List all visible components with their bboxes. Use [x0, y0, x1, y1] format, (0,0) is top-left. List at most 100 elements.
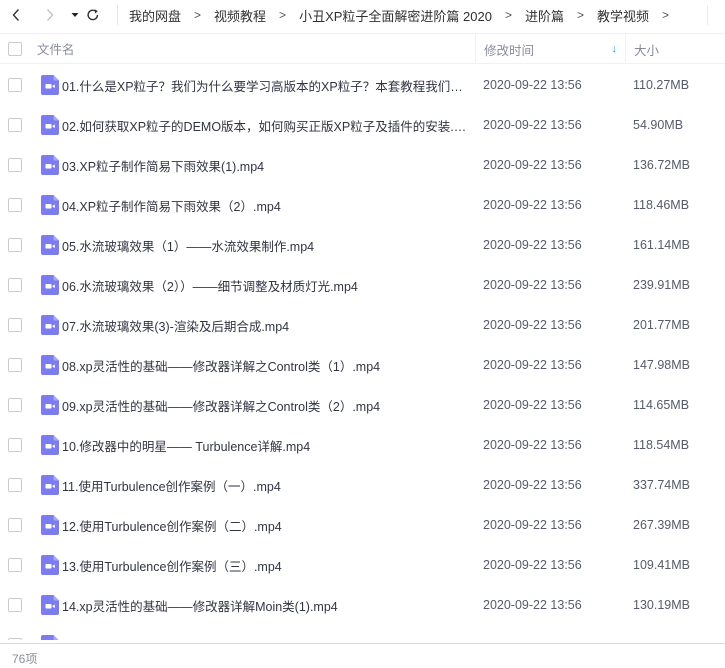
file-size: 267.39MB	[633, 518, 690, 532]
chevron-right-icon	[46, 9, 54, 21]
row-checkbox[interactable]	[8, 318, 22, 332]
file-name[interactable]: 05.水流玻璃效果（1）——水流效果制作.mp4	[62, 236, 314, 255]
file-row[interactable]: 04.XP粒子制作简易下雨效果（2）.mp4 2020-09-22 13:56 11…	[0, 185, 725, 225]
breadcrumb-item-advanced[interactable]: 进阶篇	[525, 6, 564, 25]
status-bar: 76项	[0, 643, 725, 668]
breadcrumb-separator[interactable]: >	[662, 8, 669, 22]
file-row[interactable]: 13.使用Turbulence创作案例（三）.mp4 2020-09-22 13:…	[0, 545, 725, 585]
column-header-modified[interactable]: 修改时间 ↓	[475, 34, 625, 64]
row-checkbox[interactable]	[8, 438, 22, 452]
file-size: 201.77MB	[633, 318, 690, 332]
file-row[interactable]: 15.xp灵活性的基础——修改器详解Moin类(2).mp4 2020-09-22…	[0, 625, 725, 640]
history-dropdown-button[interactable]	[69, 3, 81, 27]
row-checkbox[interactable]	[8, 118, 22, 132]
video-file-icon	[41, 395, 59, 415]
file-name[interactable]: 09.xp灵活性的基础——修改器详解之Control类（2）.mp4	[62, 396, 380, 415]
video-file-icon	[41, 195, 59, 215]
file-size: 161.14MB	[633, 238, 690, 252]
navigation-bar: 我的网盘 > 视频教程 > 小丑XP粒子全面解密进阶篇 2020 > 进阶篇 >…	[0, 0, 725, 30]
file-row[interactable]: 11.使用Turbulence创作案例（一）.mp4 2020-09-22 13:…	[0, 465, 725, 505]
breadcrumb-item-course[interactable]: 小丑XP粒子全面解密进阶篇 2020	[299, 6, 492, 25]
file-row[interactable]: 12.使用Turbulence创作案例（二）.mp4 2020-09-22 13:…	[0, 505, 725, 545]
file-modified-time: 2020-09-22 13:56	[483, 118, 582, 132]
column-header-size[interactable]: 大小	[625, 34, 725, 64]
file-row[interactable]: 05.水流玻璃效果（1）——水流效果制作.mp4 2020-09-22 13:56…	[0, 225, 725, 265]
file-modified-time: 2020-09-22 13:56	[483, 238, 582, 252]
video-file-icon	[41, 75, 59, 95]
file-modified-time: 2020-09-22 13:56	[483, 518, 582, 532]
column-header-name[interactable]: 文件名	[37, 39, 75, 58]
file-name[interactable]: 06.水流玻璃效果（2））——细节调整及材质灯光.mp4	[62, 276, 358, 295]
breadcrumb: 我的网盘 > 视频教程 > 小丑XP粒子全面解密进阶篇 2020 > 进阶篇 >…	[129, 6, 682, 25]
refresh-button[interactable]	[83, 3, 103, 27]
video-file-icon	[41, 235, 59, 255]
breadcrumb-separator: >	[576, 8, 584, 22]
file-modified-time: 2020-09-22 13:56	[483, 438, 582, 452]
file-size: 239.91MB	[633, 278, 690, 292]
file-row[interactable]: 09.xp灵活性的基础——修改器详解之Control类（2）.mp4 2020-0…	[0, 385, 725, 425]
breadcrumb-item-my-drive[interactable]: 我的网盘	[129, 6, 181, 25]
file-modified-time: 2020-09-22 13:56	[483, 78, 582, 92]
row-checkbox[interactable]	[8, 398, 22, 412]
file-name[interactable]: 02.如何获取XP粒子的DEMO版本，如何购买正版XP粒子及插件的安装.mp4	[62, 116, 467, 135]
video-file-icon	[41, 275, 59, 295]
file-name[interactable]: 08.xp灵活性的基础——修改器详解之Control类（1）.mp4	[62, 356, 380, 375]
file-size: 337.74MB	[633, 478, 690, 492]
file-name[interactable]: 11.使用Turbulence创作案例（一）.mp4	[62, 476, 281, 495]
refresh-icon	[87, 9, 99, 21]
file-modified-time: 2020-09-22 13:56	[483, 358, 582, 372]
file-row[interactable]: 06.水流玻璃效果（2））——细节调整及材质灯光.mp4 2020-09-22 1…	[0, 265, 725, 305]
item-count: 76项	[12, 652, 38, 666]
file-name[interactable]: 15.xp灵活性的基础——修改器详解Moin类(2).mp4	[62, 636, 338, 641]
file-modified-time: 2020-09-22 13:56	[483, 278, 582, 292]
row-checkbox[interactable]	[8, 78, 22, 92]
file-size: 130.19MB	[633, 598, 690, 612]
row-checkbox[interactable]	[8, 478, 22, 492]
file-name[interactable]: 07.水流玻璃效果(3)-渲染及后期合成.mp4	[62, 316, 289, 335]
video-file-icon	[41, 315, 59, 335]
breadcrumb-item-video-tutorials[interactable]: 视频教程	[214, 6, 266, 25]
row-checkbox[interactable]	[8, 598, 22, 612]
file-modified-time: 2020-09-22 13:56	[483, 158, 582, 172]
file-row[interactable]: 07.水流玻璃效果(3)-渲染及后期合成.mp4 2020-09-22 13:56…	[0, 305, 725, 345]
row-checkbox[interactable]	[8, 358, 22, 372]
breadcrumb-item-teaching-videos[interactable]: 教学视频	[597, 6, 649, 25]
column-header-size-label: 大小	[634, 43, 660, 58]
file-row[interactable]: 01.什么是XP粒子？我们为什么要学习高版本的XP粒子？本套教程我们能... 20…	[0, 65, 725, 105]
file-row[interactable]: 02.如何获取XP粒子的DEMO版本，如何购买正版XP粒子及插件的安装.mp4 2…	[0, 105, 725, 145]
row-checkbox[interactable]	[8, 158, 22, 172]
video-file-icon	[41, 595, 59, 615]
video-file-icon	[41, 555, 59, 575]
select-all-checkbox[interactable]	[8, 41, 22, 56]
file-name[interactable]: 10.修改器中的明星—— Turbulence详解.mp4	[62, 436, 310, 455]
sort-descending-icon: ↓	[611, 43, 618, 55]
file-modified-time: 2020-09-22 13:56	[483, 638, 582, 640]
file-name[interactable]: 03.XP粒子制作简易下雨效果(1).mp4	[62, 156, 264, 175]
file-row[interactable]: 08.xp灵活性的基础——修改器详解之Control类（1）.mp4 2020-0…	[0, 345, 725, 385]
row-checkbox[interactable]	[8, 198, 22, 212]
file-row[interactable]: 03.XP粒子制作简易下雨效果(1).mp4 2020-09-22 13:56 13…	[0, 145, 725, 185]
file-modified-time: 2020-09-22 13:56	[483, 558, 582, 572]
video-file-icon	[41, 515, 59, 535]
row-checkbox[interactable]	[8, 638, 22, 640]
file-row[interactable]: 14.xp灵活性的基础——修改器详解Moin类(1).mp4 2020-09-22…	[0, 585, 725, 625]
file-size: 118.46MB	[633, 198, 690, 212]
file-row[interactable]: 10.修改器中的明星—— Turbulence详解.mp4 2020-09-22 …	[0, 425, 725, 465]
file-name[interactable]: 14.xp灵活性的基础——修改器详解Moin类(1).mp4	[62, 596, 338, 615]
video-file-icon	[41, 635, 59, 640]
forward-button[interactable]	[40, 3, 60, 27]
row-checkbox[interactable]	[8, 558, 22, 572]
divider	[707, 5, 708, 25]
file-name[interactable]: 04.XP粒子制作简易下雨效果（2）.mp4	[62, 196, 281, 215]
file-modified-time: 2020-09-22 13:56	[483, 478, 582, 492]
back-button[interactable]	[6, 3, 26, 27]
row-checkbox[interactable]	[8, 278, 22, 292]
file-name[interactable]: 01.什么是XP粒子？我们为什么要学习高版本的XP粒子？本套教程我们能...	[62, 76, 467, 95]
file-size: 118.54MB	[633, 438, 690, 452]
file-size: 110.27MB	[633, 78, 690, 92]
row-checkbox[interactable]	[8, 518, 22, 532]
file-name[interactable]: 13.使用Turbulence创作案例（三）.mp4	[62, 556, 282, 575]
file-modified-time: 2020-09-22 13:56	[483, 398, 582, 412]
file-name[interactable]: 12.使用Turbulence创作案例（二）.mp4	[62, 516, 282, 535]
row-checkbox[interactable]	[8, 238, 22, 252]
